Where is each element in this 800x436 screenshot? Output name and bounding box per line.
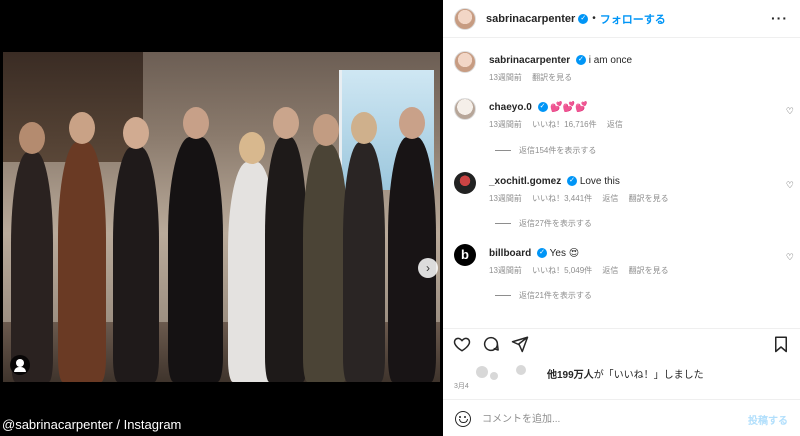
comment-translate-link[interactable]: 翻訳を見る xyxy=(629,194,669,203)
post-comment-button[interactable]: 投稿する xyxy=(748,412,788,427)
commenter-username[interactable]: _xochitl.gomez xyxy=(489,176,561,187)
post-date[interactable]: 3月4 xyxy=(454,381,469,391)
comment-reply-button[interactable]: 返信 xyxy=(602,194,618,203)
header-separator: • xyxy=(592,13,596,24)
comment-like-icon[interactable]: ♡ xyxy=(786,106,794,117)
commenter-username[interactable]: billboard xyxy=(489,248,531,259)
comment-text: Yes 😍 xyxy=(549,248,580,259)
photo-person xyxy=(303,114,348,382)
caption-time[interactable]: 13週間前 xyxy=(489,73,522,82)
comment-likes[interactable]: いいね！16,716件 xyxy=(532,120,596,129)
author-username[interactable]: sabrinacarpenter xyxy=(486,13,575,25)
photo-person xyxy=(11,122,53,382)
commenter-avatar[interactable] xyxy=(454,98,476,120)
commenter-username[interactable]: chaeyo.0 xyxy=(489,102,532,113)
author-avatar[interactable] xyxy=(454,7,476,30)
caption-username[interactable]: sabrinacarpenter xyxy=(489,55,570,66)
view-replies-link[interactable]: 返信154件を表示する xyxy=(495,145,596,156)
comment-like-icon[interactable]: ♡ xyxy=(786,252,794,263)
comment-text: Love this xyxy=(579,176,620,187)
verified-badge-icon: ✓ xyxy=(537,248,548,259)
photo-person xyxy=(168,107,223,382)
comments-list: sabrinacarpenter ✓ i am once 13週間前 翻訳を見る… xyxy=(443,38,800,320)
comment-bubble-icon[interactable] xyxy=(482,335,500,353)
caption-translate-link[interactable]: 翻訳を見る xyxy=(532,73,572,82)
comment-like-icon[interactable]: ♡ xyxy=(786,180,794,191)
verified-badge-icon: ✓ xyxy=(575,55,586,66)
liker-avatar[interactable] xyxy=(476,366,488,378)
save-bookmark-icon[interactable] xyxy=(772,335,790,353)
follow-button[interactable]: フォローする xyxy=(600,11,666,27)
caption-avatar[interactable] xyxy=(454,51,476,73)
likes-summary: 他199万人が「いいね！」しました xyxy=(454,364,794,381)
photo-credit: @sabrinacarpenter / Instagram xyxy=(2,417,182,432)
photo-person xyxy=(113,117,159,382)
comment-likes[interactable]: いいね！5,049件 xyxy=(532,266,592,275)
comment-time[interactable]: 13週間前 xyxy=(489,120,522,129)
likes-suffix: が「いいね！」しました xyxy=(593,370,704,381)
verified-badge-icon: ✓ xyxy=(567,176,578,187)
photo-person xyxy=(343,112,385,382)
comment-reply-button[interactable]: 返信 xyxy=(602,266,618,275)
comment-time[interactable]: 13週間前 xyxy=(489,266,522,275)
likes-count[interactable]: 他199万人 xyxy=(547,370,594,381)
post-header: sabrinacarpenter ✓ • フォローする ··· xyxy=(443,0,800,38)
photo-person xyxy=(265,107,307,382)
tagged-users-icon[interactable] xyxy=(10,355,30,375)
post-side-panel: sabrinacarpenter ✓ • フォローする ··· sabrinac… xyxy=(443,0,800,436)
likes-text[interactable]: 他199万人が「いいね！」しました xyxy=(547,366,704,381)
comment-time[interactable]: 13週間前 xyxy=(489,194,522,203)
comment-reply-button[interactable]: 返信 xyxy=(607,120,623,129)
view-replies-link[interactable]: 返信21件を表示する xyxy=(495,290,592,301)
post-actions-bar xyxy=(443,328,800,358)
post-media-area: › @sabrinacarpenter / Instagram xyxy=(0,0,443,436)
more-options-icon[interactable]: ··· xyxy=(771,10,788,26)
billboard-logo-icon[interactable]: b xyxy=(454,244,476,266)
emoji-picker-icon[interactable] xyxy=(455,411,471,427)
comment-text: 💕💕💕 xyxy=(550,102,588,113)
verified-badge-icon: ✓ xyxy=(578,13,589,24)
caption-row: sabrinacarpenter ✓ i am once 13週間前 翻訳を見る xyxy=(454,51,794,91)
add-comment-bar: 投稿する xyxy=(443,399,800,436)
carousel-next-button[interactable]: › xyxy=(418,258,438,278)
liker-avatar[interactable] xyxy=(490,372,498,380)
comment-likes[interactable]: いいね！3,441件 xyxy=(532,194,592,203)
verified-badge-icon: ✓ xyxy=(537,102,548,113)
comment-input[interactable] xyxy=(482,410,722,428)
photo-person xyxy=(58,112,106,382)
comment-translate-link[interactable]: 翻訳を見る xyxy=(629,266,669,275)
like-heart-icon[interactable] xyxy=(453,335,471,353)
caption-text: i am once xyxy=(588,55,633,66)
liker-avatar[interactable] xyxy=(516,365,526,375)
share-send-icon[interactable] xyxy=(511,335,529,353)
view-replies-link[interactable]: 返信27件を表示する xyxy=(495,218,592,229)
post-photo[interactable]: › xyxy=(3,52,440,382)
instagram-post-window: › @sabrinacarpenter / Instagram sabrinac… xyxy=(0,0,800,436)
commenter-avatar[interactable] xyxy=(454,172,476,194)
